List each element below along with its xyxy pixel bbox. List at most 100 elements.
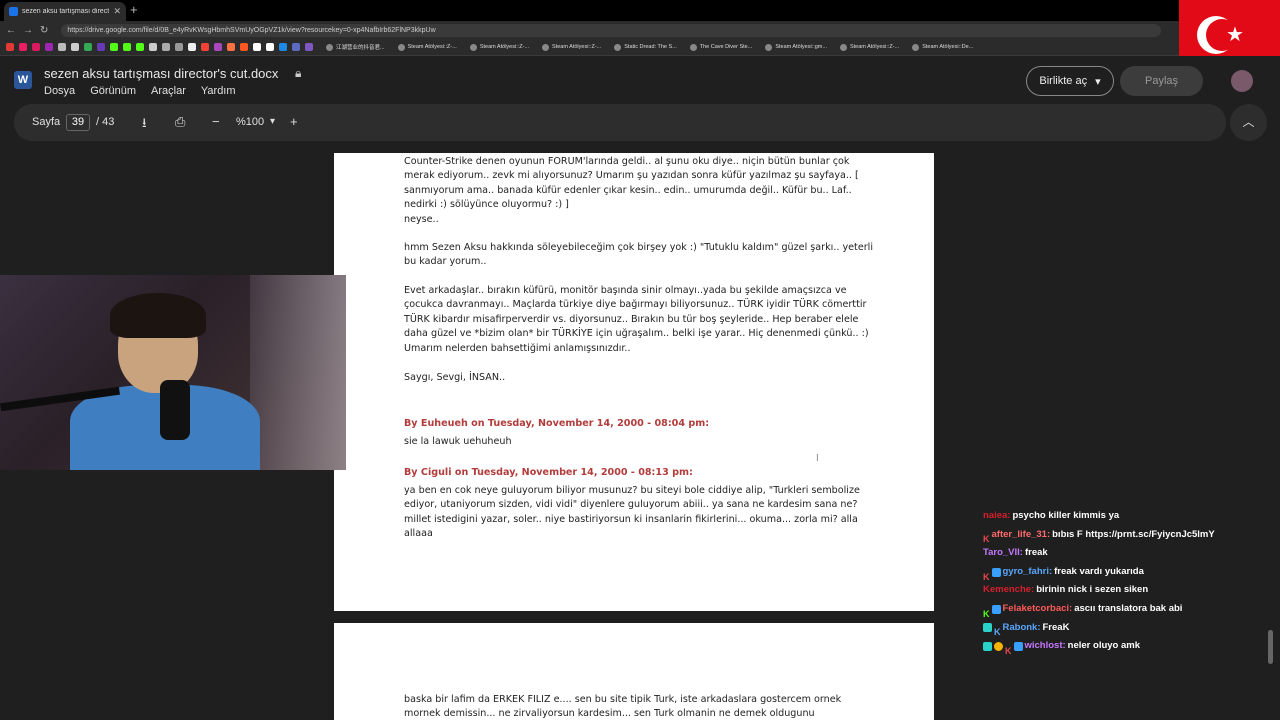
open-with-button[interactable]: Birlikte aç ▾: [1026, 66, 1114, 96]
microphone-icon: [160, 380, 190, 440]
bookmark-icon[interactable]: [305, 43, 313, 51]
bookmark-icon[interactable]: [136, 43, 144, 51]
bookmark-icon[interactable]: [84, 43, 92, 51]
menu-bar: Dosya Görünüm Araçlar Yardım: [44, 85, 236, 97]
total-pages: / 43: [96, 116, 115, 128]
document-page: baska bir lafim da ERKEK FILIZ e.... sen…: [334, 623, 934, 720]
url-input[interactable]: https://drive.google.com/file/d/0B_e4yRv…: [61, 23, 1162, 37]
chat-text: freak vardı yukarıda: [1054, 565, 1144, 577]
caret-down-icon: ▾: [1095, 75, 1101, 88]
bookmark-icon[interactable]: [201, 43, 209, 51]
bookmark-icon[interactable]: [279, 43, 287, 51]
viewer-toolbar: Sayfa 39 / 43 ⭳ ⎙ − %100 ▾ +: [14, 104, 1226, 141]
chat-message: K wichlost: neler oluyo amk: [983, 637, 1253, 656]
chat-text: bıbıs F https://prnt.sc/FyiycnJc5lmY: [1052, 528, 1215, 540]
bookmark-icon[interactable]: [32, 43, 40, 51]
kick-badge-icon: K: [1005, 645, 1012, 656]
avatar[interactable]: [1231, 70, 1253, 92]
back-icon[interactable]: ←: [6, 25, 16, 36]
paragraph: neyse..: [404, 214, 439, 225]
chat-username: Taro_VII:: [983, 547, 1023, 559]
new-tab-button[interactable]: +: [130, 2, 138, 17]
chat-text: neler oluyo amk: [1067, 640, 1141, 652]
chat-text: freak: [1024, 547, 1048, 559]
bookmark-icon[interactable]: [45, 43, 53, 51]
bookmark-icon[interactable]: [240, 43, 248, 51]
webcam-overlay: [0, 275, 346, 470]
paragraph: Saygı, Sevgi, İNSAN..: [404, 372, 506, 383]
bookmark-icon[interactable]: [110, 43, 118, 51]
bookmark-icon[interactable]: [162, 43, 170, 51]
chat-message: naiea: psycho killer kimmis ya: [983, 507, 1253, 526]
bookmark-icon[interactable]: [214, 43, 222, 51]
post-body: ya ben en cok neye guluyorum biliyor mus…: [404, 485, 860, 540]
chat-text: FreaK: [1042, 621, 1070, 633]
word-doc-icon: W: [14, 71, 32, 89]
zoom-in-icon[interactable]: +: [290, 114, 298, 129]
browser-tab[interactable]: sezen aksu tartışması director's cut ✕: [4, 2, 126, 21]
menu-view[interactable]: Görünüm: [90, 85, 136, 97]
bookmarks-bar: 江湖营业的抖音君... Steam Atölyesi::Z-... Steam …: [0, 39, 1280, 56]
bookmark-icon[interactable]: [175, 43, 183, 51]
zoom-level[interactable]: %100: [236, 116, 264, 128]
paragraph: Counter-Strike denen oyunun FORUM'larınd…: [404, 156, 859, 211]
menu-file[interactable]: Dosya: [44, 85, 75, 97]
chat-text: birinin nick i sezen siken: [1036, 584, 1149, 596]
bookmark-item[interactable]: Steam Atölyesi::De...: [912, 43, 973, 51]
bookmark-icon[interactable]: [6, 43, 14, 51]
bookmark-item[interactable]: Steam Atölyesi::Z-...: [542, 43, 601, 51]
bookmark-icon[interactable]: [123, 43, 131, 51]
bookmark-item[interactable]: Steam Atölyesi::Z-...: [839, 43, 899, 51]
open-with-label: Birlikte aç: [1039, 75, 1088, 87]
bookmark-icon[interactable]: [149, 43, 157, 51]
paragraph: baska bir lafim da ERKEK FILIZ e.... sen…: [404, 694, 842, 720]
collapse-toolbar-button[interactable]: ︿: [1230, 104, 1267, 141]
document-title: sezen aksu tartışması director's cut.doc…: [44, 66, 279, 81]
menu-help[interactable]: Yardım: [201, 85, 236, 97]
zoom-dropdown-icon[interactable]: ▾: [270, 116, 275, 127]
bookmark-icon[interactable]: [188, 43, 196, 51]
bookmark-item[interactable]: Steam Atölyesi::Z-...: [469, 43, 529, 51]
gift-badge-icon: [994, 641, 1003, 651]
bookmark-item[interactable]: Static Dread: The S...: [614, 43, 677, 51]
page-number-input[interactable]: 39: [66, 114, 90, 131]
paragraph: Evet arkadaşlar.. bırakın küfürü, monitö…: [404, 285, 869, 354]
zoom-out-icon[interactable]: −: [212, 114, 220, 129]
bookmark-icon[interactable]: [266, 43, 274, 51]
kick-badge-icon: K: [983, 534, 990, 545]
lock-icon: 🔒︎: [295, 66, 302, 80]
address-bar: ← → ↻ https://drive.google.com/file/d/0B…: [0, 21, 1280, 39]
bookmark-item[interactable]: Steam Atölyesi::Z-...: [397, 43, 457, 51]
kick-badge-icon: K: [994, 627, 1001, 638]
bookmark-icon[interactable]: [253, 43, 261, 51]
bookmark-icon[interactable]: [97, 43, 105, 51]
bookmark-icon[interactable]: [227, 43, 235, 51]
reload-icon[interactable]: ↻: [40, 25, 48, 36]
moderator-badge-icon: [983, 641, 992, 651]
chat-username: Kemenche:: [983, 584, 1035, 596]
bookmark-item[interactable]: The Cave Diver Ste...: [689, 43, 752, 51]
chat-username: Felaketcorbaci:: [1002, 602, 1073, 614]
doc-header: W sezen aksu tartışması director's cut.d…: [0, 56, 1280, 102]
stream-chat: naiea: psycho killer kimmis ya K after_l…: [983, 507, 1253, 656]
bookmark-icon[interactable]: [58, 43, 66, 51]
menu-tools[interactable]: Araçlar: [151, 85, 186, 97]
share-button[interactable]: Paylaş: [1120, 66, 1203, 96]
google-drive-icon: [9, 7, 18, 16]
chat-message: K Felaketcorbaci: ascıı translatora bak …: [983, 600, 1253, 619]
print-icon[interactable]: ⎙: [175, 114, 185, 130]
chat-username: naiea:: [983, 510, 1011, 521]
document-page: Counter-Strike denen oyunun FORUM'larınd…: [334, 153, 934, 611]
browser-tabstrip: sezen aksu tartışması director's cut ✕ +: [0, 0, 1280, 21]
bookmark-icon[interactable]: [19, 43, 27, 51]
bookmark-icon[interactable]: [292, 43, 300, 51]
bookmark-item[interactable]: 江湖营业的抖音君...: [326, 43, 385, 51]
chat-scrollbar[interactable]: [1268, 630, 1273, 664]
bookmark-icon[interactable]: [71, 43, 79, 51]
page-label: Sayfa: [32, 116, 61, 128]
sub-badge-icon: [1013, 641, 1023, 651]
close-icon[interactable]: ✕: [113, 6, 121, 17]
download-icon[interactable]: ⭳: [142, 114, 147, 136]
forward-icon[interactable]: →: [23, 25, 33, 36]
bookmark-item[interactable]: Steam Atölyesi::gm...: [765, 43, 827, 51]
